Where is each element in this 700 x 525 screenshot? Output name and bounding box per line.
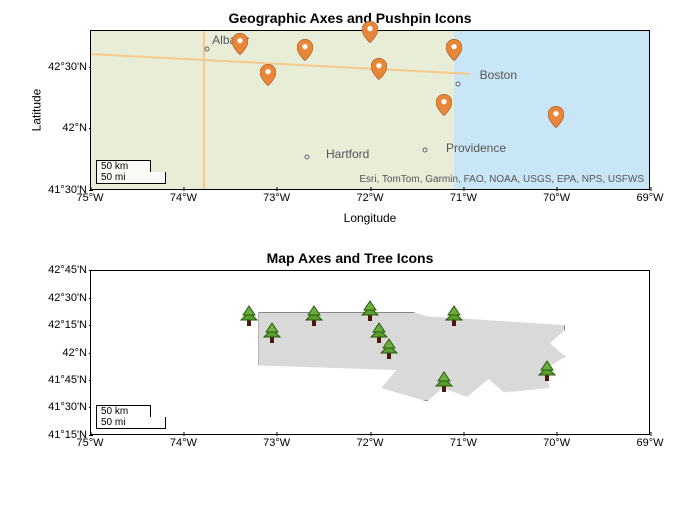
scale-bar: 50 km 50 mi <box>96 405 166 429</box>
tree-icon <box>237 302 261 326</box>
pushpin-icon <box>260 64 276 86</box>
city-label-hartford: Hartford <box>326 147 369 161</box>
pushpin-icon <box>232 33 248 55</box>
pushpin-icon <box>297 39 313 61</box>
x-axis: 75°W 74°W 73°W 72°W 71°W 70°W 69°W <box>90 435 650 470</box>
chart-title: Map Axes and Tree Icons <box>10 250 690 266</box>
y-axis: Latitude 42°30'N 42°N 41°30'N <box>10 30 90 190</box>
city-dot-albany <box>205 47 210 52</box>
city-dot-hartford <box>304 155 309 160</box>
tree-icon <box>302 302 326 326</box>
tree-icon <box>358 297 382 321</box>
y-axis: 42°45'N 42°30'N 42°15'N 42°N 41°45'N 41°… <box>10 270 90 435</box>
chart-geographic-axes: Geographic Axes and Pushpin Icons Latitu… <box>10 10 690 225</box>
chart-map-axes: Map Axes and Tree Icons 42°45'N 42°30'N … <box>10 250 690 470</box>
pushpin-icon <box>446 39 462 61</box>
plot-area[interactable]: 50 km 50 mi <box>90 270 650 435</box>
tree-icon <box>377 335 401 359</box>
pushpin-icon <box>362 21 378 43</box>
map-attribution: Esri, TomTom, Garmin, FAO, NOAA, USGS, E… <box>359 174 644 186</box>
pushpin-icon <box>436 94 452 116</box>
x-axis: 75°W 74°W 73°W 72°W 71°W 70°W 69°W Longi… <box>90 190 650 225</box>
y-axis-label: Latitude <box>29 89 43 132</box>
city-label-boston: Boston <box>480 68 517 82</box>
pushpin-icon <box>371 58 387 80</box>
tree-icon <box>432 368 456 392</box>
city-dot-providence <box>422 148 427 153</box>
plot-area[interactable]: Albany Boston Hartford Providence Esri, … <box>90 30 650 190</box>
pushpin-icon <box>548 106 564 128</box>
scale-bar: 50 km 50 mi <box>96 160 166 184</box>
city-dot-boston <box>456 82 461 87</box>
chart-title: Geographic Axes and Pushpin Icons <box>10 10 690 26</box>
tree-icon <box>535 357 559 381</box>
map-road <box>203 31 205 189</box>
city-label-providence: Providence <box>446 141 506 155</box>
tree-icon <box>260 319 284 343</box>
tree-icon <box>442 302 466 326</box>
x-axis-label: Longitude <box>344 211 397 225</box>
